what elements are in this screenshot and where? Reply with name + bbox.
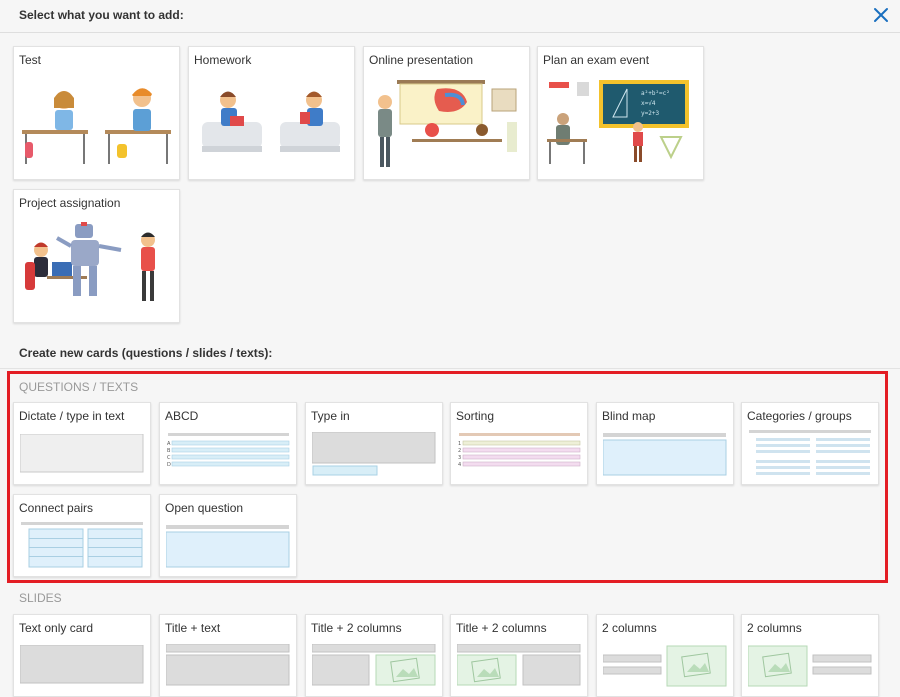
slide-card-title-2-columns[interactable]: Title + 2 columns (305, 614, 443, 697)
activity-label: Plan an exam event (543, 53, 650, 67)
test-illustration-icon (22, 88, 171, 164)
title-2-columns-preview-icon (312, 644, 436, 686)
2-columns-preview-icon (603, 645, 727, 687)
close-icon[interactable] (870, 4, 892, 26)
questions-highlight-frame (7, 371, 888, 583)
homework-illustration-icon (202, 91, 340, 152)
divider (0, 368, 900, 369)
project-illustration-icon (25, 222, 155, 301)
exam-illustration-icon: a²+b²=c² x=√4 y=2+3 (547, 80, 689, 164)
title-2-columns-alt-preview-icon (457, 644, 581, 686)
activity-label: Homework (194, 53, 252, 67)
card-label: Title + 2 columns (311, 621, 402, 635)
slide-card-2-columns[interactable]: 2 columns (596, 614, 734, 697)
card-label: Title + text (165, 621, 221, 635)
presentation-illustration-icon (378, 80, 517, 167)
activity-card-online-presentation[interactable]: Online presentation (363, 46, 530, 180)
activity-card-project-assignation[interactable]: Project assignation (13, 189, 180, 323)
activity-card-plan-exam-event[interactable]: Plan an exam event a²+b²=c² x=√4 y=2+3 (537, 46, 704, 180)
title-text-preview-icon (166, 644, 290, 686)
card-label: Title + 2 columns (456, 621, 547, 635)
slide-card-text-only[interactable]: Text only card (13, 614, 151, 697)
card-label: Text only card (19, 621, 94, 635)
svg-text:x=√4: x=√4 (641, 100, 656, 107)
slide-card-title-text[interactable]: Title + text (159, 614, 297, 697)
activity-label: Test (19, 53, 42, 67)
cards-section-title: Create new cards (questions / slides / t… (19, 346, 273, 360)
activity-card-test[interactable]: Test (13, 46, 180, 180)
dialog-header: Select what you want to add: (0, 0, 900, 33)
slide-card-2-columns-image-left[interactable]: 2 columns (741, 614, 879, 697)
activity-label: Project assignation (19, 196, 121, 210)
svg-text:y=2+3: y=2+3 (641, 110, 659, 117)
text-only-preview-icon (20, 645, 144, 684)
2-columns-alt-preview-icon (748, 645, 872, 687)
svg-text:a²+b²=c²: a²+b²=c² (641, 90, 670, 97)
card-label: 2 columns (747, 621, 802, 635)
activity-card-homework[interactable]: Homework (188, 46, 355, 180)
card-label: 2 columns (602, 621, 657, 635)
activity-label: Online presentation (369, 53, 474, 67)
dialog-title: Select what you want to add: (19, 8, 184, 22)
slides-group-title: SLIDES (19, 591, 62, 605)
slide-card-title-2-columns-image-left[interactable]: Title + 2 columns (450, 614, 588, 697)
